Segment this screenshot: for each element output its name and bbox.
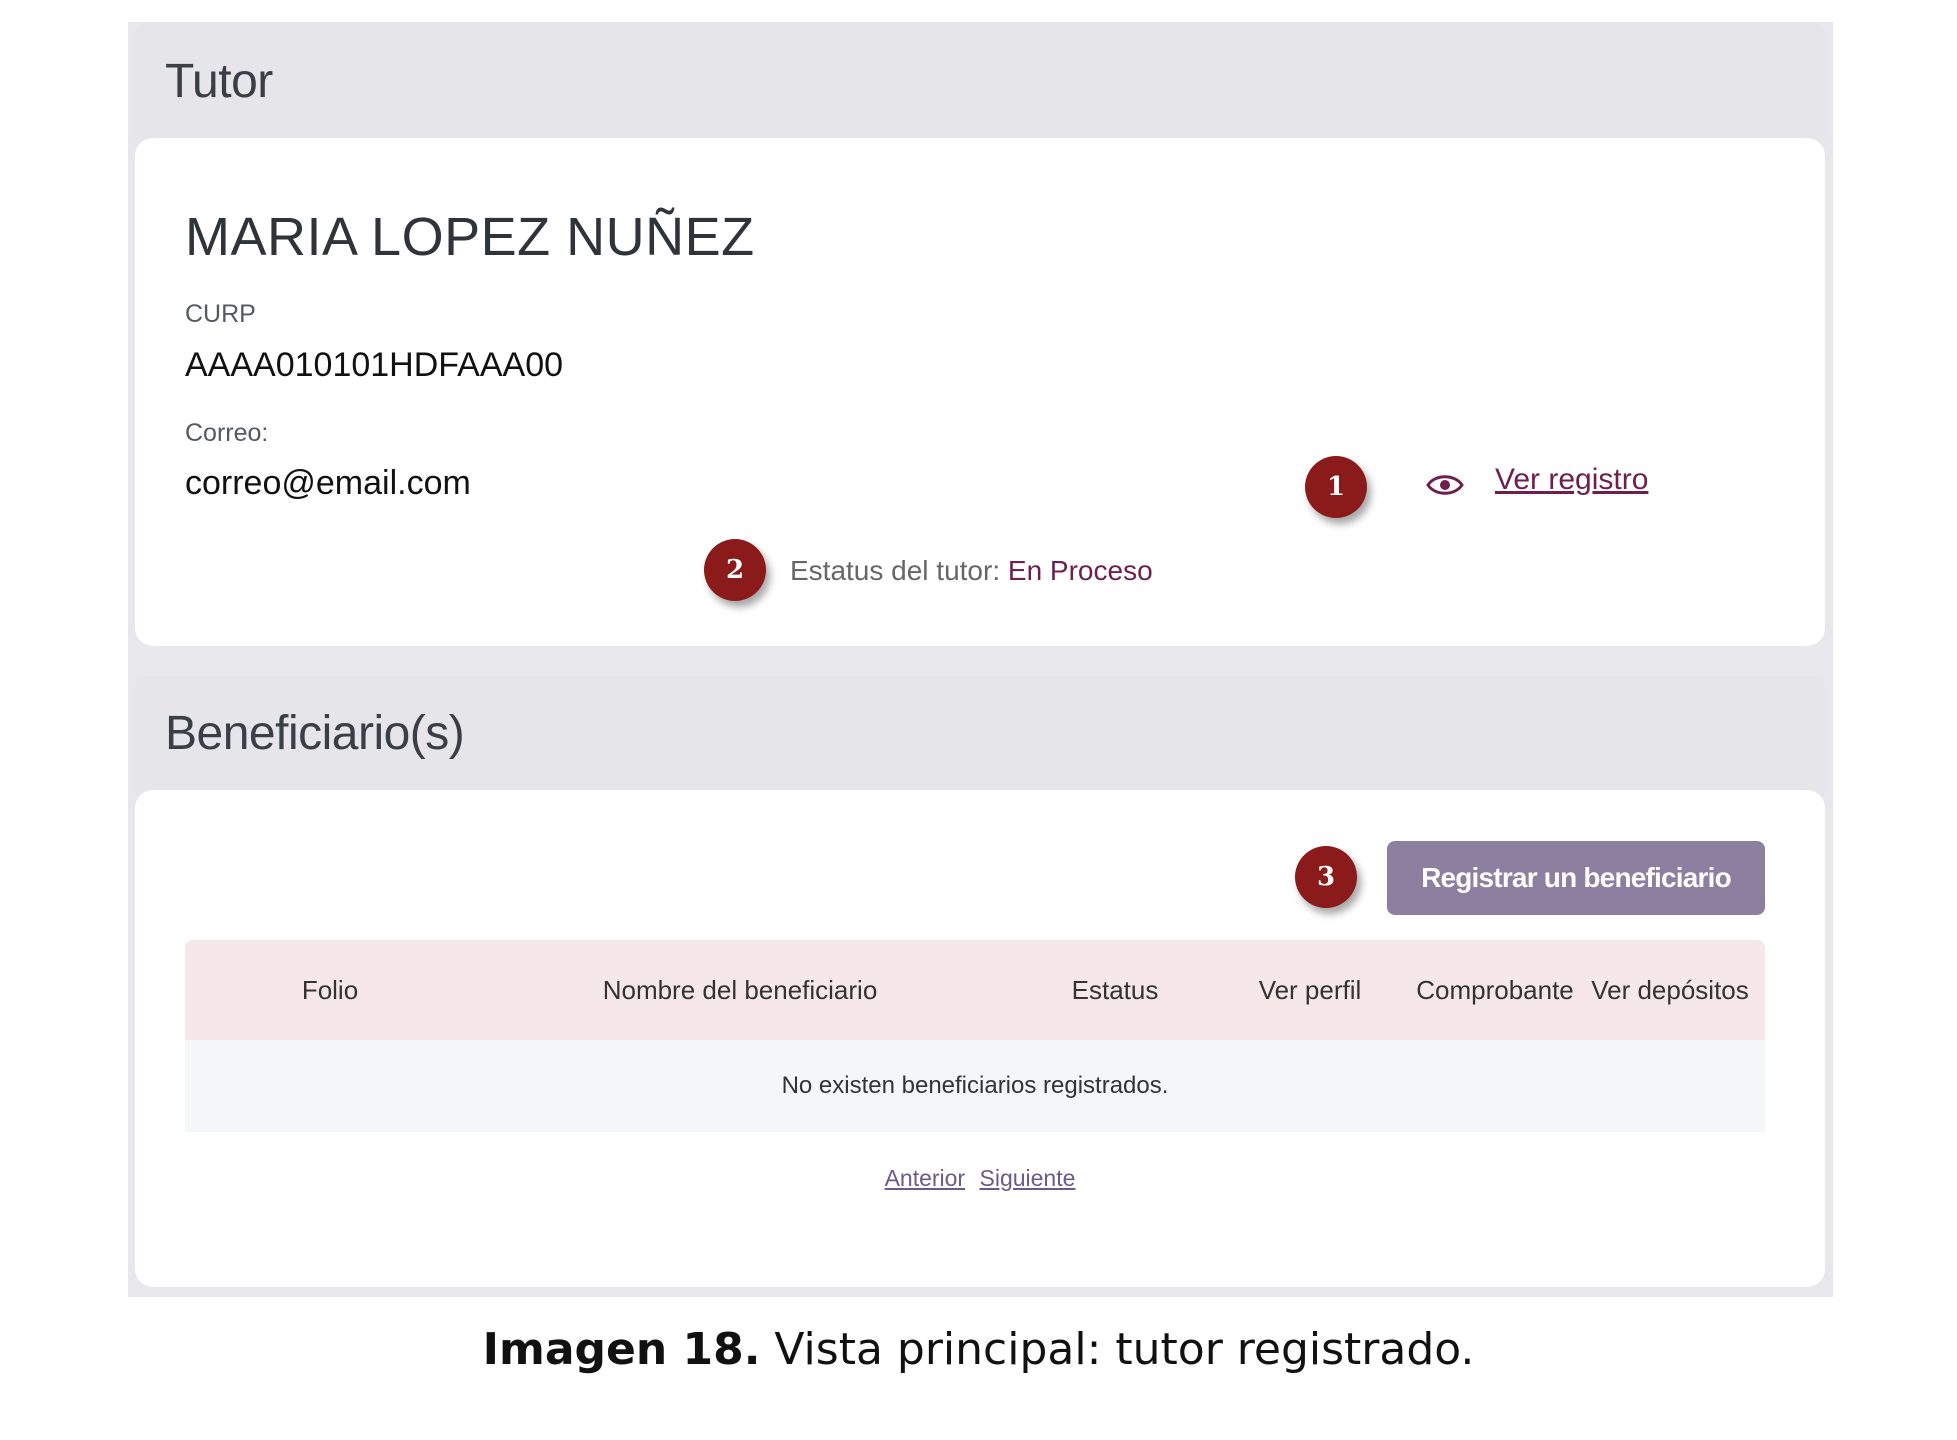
caption-label: Imagen 18. — [482, 1324, 761, 1375]
tutor-card: MARIA LOPEZ NUÑEZ CURP AAAA010101HDFAAA0… — [135, 138, 1825, 646]
marker-1: 1 — [1305, 456, 1367, 518]
marker-3: 3 — [1295, 846, 1357, 908]
pagination: Anterior Siguiente — [135, 1165, 1825, 1192]
beneficiaries-card: 3 Registrar un beneficiario Folio Nombre… — [135, 790, 1825, 1287]
column-view-profile[interactable]: Ver perfil — [1225, 940, 1395, 1040]
status-label: Estatus del tutor: — [790, 555, 1001, 586]
email-value: correo@email.com — [185, 464, 471, 502]
tutor-section-header: Tutor — [135, 22, 1825, 142]
column-folio[interactable]: Folio — [185, 940, 475, 1040]
caption-text: Vista principal: tutor registrado. — [760, 1324, 1475, 1375]
tutor-name: MARIA LOPEZ NUÑEZ — [185, 207, 755, 267]
email-label: Correo: — [185, 419, 269, 447]
curp-value: AAAA010101HDFAAA00 — [185, 346, 564, 384]
column-status[interactable]: Estatus — [1005, 940, 1225, 1040]
register-beneficiary-button[interactable]: Registrar un beneficiario — [1387, 841, 1765, 915]
beneficiaries-section-title: Beneficiario(s) — [165, 707, 465, 760]
empty-table-message: No existen beneficiarios registrados. — [781, 1072, 1169, 1099]
beneficiaries-table: Folio Nombre del beneficiario Estatus Ve… — [185, 940, 1765, 1132]
column-view-deposits[interactable]: Ver depósitos — [1575, 940, 1765, 1040]
marker-2: 2 — [704, 539, 766, 601]
pagination-prev[interactable]: Anterior — [885, 1165, 966, 1191]
eye-icon[interactable] — [1425, 470, 1465, 505]
status-value: En Proceso — [1007, 555, 1153, 586]
column-beneficiary-name[interactable]: Nombre del beneficiario — [475, 940, 1005, 1040]
figure-caption: Imagen 18. Vista principal: tutor regist… — [0, 1324, 1957, 1375]
table-body: No existen beneficiarios registrados. — [185, 1040, 1765, 1132]
view-record-link[interactable]: Ver registro — [1495, 463, 1648, 497]
tutor-status: Estatus del tutor: En Proceso — [790, 555, 1153, 587]
curp-label: CURP — [185, 300, 256, 328]
column-receipt[interactable]: Comprobante — [1395, 940, 1595, 1040]
beneficiaries-section-header: Beneficiario(s) — [135, 676, 1825, 796]
tutor-section-title: Tutor — [165, 55, 273, 108]
pagination-next[interactable]: Siguiente — [980, 1165, 1076, 1191]
table-header: Folio Nombre del beneficiario Estatus Ve… — [185, 940, 1765, 1040]
